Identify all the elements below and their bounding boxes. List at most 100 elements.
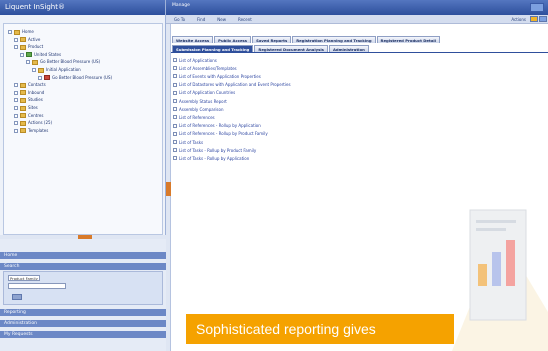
tree-item-label: Initial Application (46, 67, 81, 72)
report-link-label[interactable]: List of References - Rollup by Product F… (179, 131, 268, 136)
menu-actions[interactable]: Actions (511, 17, 526, 22)
tab-saved-reports[interactable]: Saved Reports (252, 36, 292, 43)
report-link-label[interactable]: List of Application Countries (179, 90, 235, 95)
report-link[interactable]: List of Applications (173, 57, 217, 63)
report-icon (173, 90, 177, 95)
expand-icon[interactable] (14, 37, 18, 42)
tree-item-label: Studies (28, 97, 43, 103)
report-icon (173, 140, 177, 144)
tree-item-label: Go Better Blood Pressure (US) (52, 74, 113, 80)
report-chart-graphic (452, 209, 548, 351)
tree-item[interactable]: Templates (14, 128, 48, 134)
home-section-header[interactable]: Home (0, 252, 166, 259)
tree-item[interactable]: Studies (14, 97, 43, 103)
menu-go-to[interactable]: Go To (174, 17, 185, 22)
folder-icon (20, 128, 26, 134)
tree-item[interactable]: Initial Application (32, 67, 81, 73)
report-link[interactable]: List of Events with Application Properti… (173, 73, 261, 79)
tree-item[interactable]: Sites (14, 105, 38, 111)
menu-find[interactable]: Find (197, 17, 205, 22)
expand-icon[interactable] (14, 121, 18, 126)
expand-icon[interactable] (26, 60, 30, 65)
expand-icon[interactable] (14, 113, 18, 118)
report-link[interactable]: List of Datastores with Application and … (173, 82, 291, 88)
report-link-label[interactable]: List of Tasks (179, 140, 203, 145)
report-icon (173, 156, 177, 161)
search-input[interactable] (8, 283, 66, 289)
help-icon[interactable] (530, 16, 538, 22)
report-link-label[interactable]: List of Events with Application Properti… (179, 74, 261, 79)
report-link-label[interactable]: List of References (179, 115, 215, 120)
report-link[interactable]: List of Tasks (173, 139, 203, 145)
report-icon (173, 107, 177, 112)
administration-section-header[interactable]: Administration (0, 320, 166, 327)
breadcrumb: Manage (172, 3, 190, 8)
tree-item-label: Inbound (28, 89, 45, 95)
report-link[interactable]: List of References - Rollup by Applicati… (173, 123, 261, 129)
report-link[interactable]: List of References - Rollup by Product F… (173, 131, 268, 137)
window-control-icon[interactable] (530, 3, 544, 12)
tree-item[interactable]: Actions (25) (14, 120, 52, 126)
expand-icon[interactable] (8, 30, 12, 34)
tree-item[interactable]: United States (20, 52, 61, 58)
folder-icon (20, 113, 26, 119)
report-link-label[interactable]: List of Tasks - Rollup by Product Family (179, 148, 256, 153)
expand-icon[interactable] (14, 128, 18, 133)
report-link[interactable]: List of Tasks - Rollup by Application (173, 155, 249, 161)
expand-icon[interactable] (14, 90, 18, 95)
tab-registration-planning[interactable]: Registration Planning and Tracking (292, 36, 376, 43)
report-link[interactable]: List of Application Countries (173, 90, 235, 96)
tab-registered-document-analysis[interactable]: Registered Document Analysis (254, 45, 328, 52)
report-link[interactable]: Assembly Comparison (173, 106, 224, 112)
tab-public-access[interactable]: Public Access (214, 36, 252, 43)
menu-new[interactable]: New (217, 17, 226, 22)
folder-icon (20, 37, 26, 43)
expand-icon[interactable] (32, 68, 36, 72)
report-link[interactable]: List of Tasks - Rollup by Product Family (173, 147, 256, 153)
report-link[interactable]: List of Assemblies/Templates (173, 65, 237, 71)
report-link-label[interactable]: List of References - Rollup by Applicati… (179, 123, 261, 128)
report-icon (173, 123, 177, 128)
folder-icon (20, 97, 26, 103)
report-link[interactable]: List of References (173, 114, 215, 120)
expand-icon[interactable] (20, 52, 24, 57)
expand-icon[interactable] (14, 106, 18, 110)
settings-icon[interactable] (539, 16, 547, 22)
folder-icon (20, 105, 26, 111)
report-link-label[interactable]: Assembly Status Report (179, 99, 227, 104)
expand-icon[interactable] (14, 98, 18, 103)
tab-website-access[interactable]: Website Access (172, 36, 214, 43)
reporting-section-header[interactable]: Reporting (0, 309, 166, 316)
tree-item[interactable]: Product (14, 44, 43, 50)
report-link[interactable]: Assembly Status Report (173, 98, 227, 104)
tree-item[interactable]: Home (8, 29, 34, 35)
product-family-select[interactable]: Product Family (8, 275, 40, 281)
vertical-splitter-grip[interactable] (166, 182, 171, 196)
tab-registered-product-detail[interactable]: Registered Product Detail (376, 36, 440, 43)
report-link-label[interactable]: List of Applications (179, 58, 217, 63)
tree-item[interactable]: Go Better Blood Pressure (US) (26, 59, 100, 65)
expand-icon[interactable] (38, 75, 42, 80)
menu-recent[interactable]: Recent (238, 17, 252, 22)
search-section-header[interactable]: Search (0, 263, 166, 270)
expand-icon[interactable] (14, 83, 18, 88)
search-button[interactable] (12, 294, 22, 300)
expand-icon[interactable] (14, 45, 18, 50)
tree-item[interactable]: Centres (14, 113, 43, 119)
tab-submission-planning[interactable]: Submission Planning and Tracking (172, 45, 254, 52)
report-link-label[interactable]: List of Assemblies/Templates (179, 66, 237, 71)
tree-item[interactable]: Go Better Blood Pressure (US) (38, 75, 112, 81)
tree-item-label: Contacts (28, 82, 46, 88)
tree-item[interactable]: Inbound (14, 90, 44, 96)
vertical-splitter[interactable] (166, 24, 171, 351)
tree-item[interactable]: Contacts (14, 82, 46, 88)
navigation-tree: Home Active Product United States Go Better … (3, 23, 163, 235)
report-link-label[interactable]: List of Datastores with Application and … (179, 82, 291, 87)
tab-administration[interactable]: Administration (328, 45, 369, 52)
tree-item-label: Actions (25) (28, 120, 53, 126)
report-link-label[interactable]: Assembly Comparison (179, 107, 224, 112)
my-requests-section-header[interactable]: My Requests (0, 331, 166, 338)
tree-item[interactable]: Active (14, 37, 40, 43)
report-link-label[interactable]: List of Tasks - Rollup by Application (179, 156, 249, 161)
folder-icon (26, 52, 32, 58)
